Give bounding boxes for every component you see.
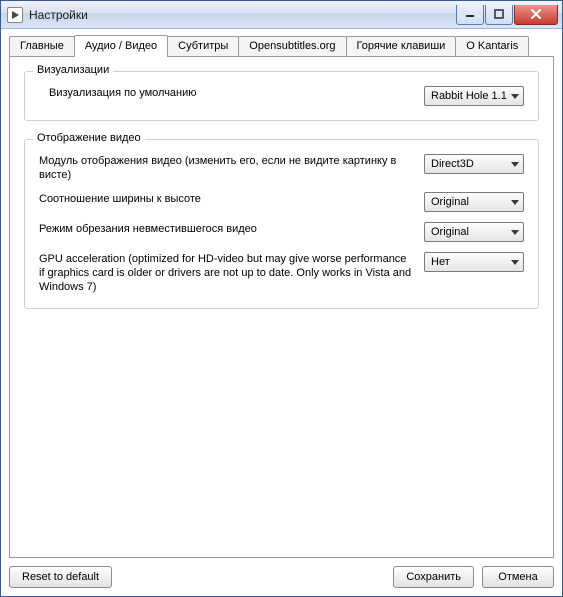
select-crop-mode[interactable]: Original bbox=[424, 222, 524, 242]
chevron-down-icon bbox=[511, 260, 519, 265]
label-crop-mode: Режим обрезания невместившегося видео bbox=[39, 222, 424, 236]
close-button[interactable] bbox=[514, 5, 558, 25]
select-video-output[interactable]: Direct3D bbox=[424, 154, 524, 174]
tab-main[interactable]: Главные bbox=[9, 36, 75, 56]
chevron-down-icon bbox=[511, 200, 519, 205]
row-aspect-ratio: Соотношение ширины к высоте Original bbox=[39, 192, 524, 212]
select-value: Original bbox=[431, 226, 507, 238]
row-default-visualization: Визуализация по умолчанию Rabbit Hole 1.… bbox=[39, 86, 524, 106]
label-aspect-ratio: Соотношение ширины к высоте bbox=[39, 192, 424, 206]
tab-subtitles[interactable]: Субтитры bbox=[167, 36, 239, 56]
group-title-visualizations: Визуализации bbox=[33, 64, 113, 76]
select-value: Rabbit Hole 1.1 bbox=[431, 90, 507, 102]
label-gpu-acceleration: GPU acceleration (optimized for HD-video… bbox=[39, 252, 424, 294]
reset-button[interactable]: Reset to default bbox=[9, 566, 112, 588]
label-video-output: Модуль отображения видео (изменить его, … bbox=[39, 154, 424, 182]
chevron-down-icon bbox=[511, 230, 519, 235]
label-default-visualization: Визуализация по умолчанию bbox=[39, 86, 424, 100]
chevron-down-icon bbox=[511, 94, 519, 99]
maximize-icon bbox=[494, 9, 504, 19]
select-value: Direct3D bbox=[431, 158, 507, 170]
tab-audio-video[interactable]: Аудио / Видео bbox=[74, 35, 168, 57]
maximize-button[interactable] bbox=[485, 5, 513, 25]
row-gpu-acceleration: GPU acceleration (optimized for HD-video… bbox=[39, 252, 524, 294]
group-video-display: Отображение видео Модуль отображения вид… bbox=[24, 139, 539, 309]
tab-hotkeys[interactable]: Горячие клавиши bbox=[346, 36, 457, 56]
select-aspect-ratio[interactable]: Original bbox=[424, 192, 524, 212]
select-gpu-acceleration[interactable]: Нет bbox=[424, 252, 524, 272]
tab-about[interactable]: О Kantaris bbox=[455, 36, 529, 56]
client-area: Главные Аудио / Видео Субтитры Opensubti… bbox=[1, 29, 562, 596]
group-visualizations: Визуализации Визуализация по умолчанию R… bbox=[24, 71, 539, 121]
select-value: Нет bbox=[431, 256, 507, 268]
row-video-output: Модуль отображения видео (изменить его, … bbox=[39, 154, 524, 182]
save-button[interactable]: Сохранить bbox=[393, 566, 474, 588]
tab-strip: Главные Аудио / Видео Субтитры Opensubti… bbox=[9, 35, 554, 56]
minimize-button[interactable] bbox=[456, 5, 484, 25]
tab-opensubtitles[interactable]: Opensubtitles.org bbox=[238, 36, 346, 56]
window-title: Настройки bbox=[29, 8, 88, 22]
close-icon bbox=[530, 9, 542, 19]
select-value: Original bbox=[431, 196, 507, 208]
footer-buttons: Reset to default Сохранить Отмена bbox=[9, 558, 554, 588]
tab-page-audio-video: Визуализации Визуализация по умолчанию R… bbox=[9, 56, 554, 558]
group-title-video-display: Отображение видео bbox=[33, 132, 145, 144]
select-default-visualization[interactable]: Rabbit Hole 1.1 bbox=[424, 86, 524, 106]
cancel-button[interactable]: Отмена bbox=[482, 566, 554, 588]
window-controls bbox=[456, 5, 558, 25]
titlebar: Настройки bbox=[1, 1, 562, 29]
minimize-icon bbox=[465, 9, 475, 19]
settings-window: Настройки Главные Аудио / Видео Субтитры… bbox=[0, 0, 563, 597]
row-crop-mode: Режим обрезания невместившегося видео Or… bbox=[39, 222, 524, 242]
app-icon bbox=[7, 7, 23, 23]
chevron-down-icon bbox=[511, 162, 519, 167]
